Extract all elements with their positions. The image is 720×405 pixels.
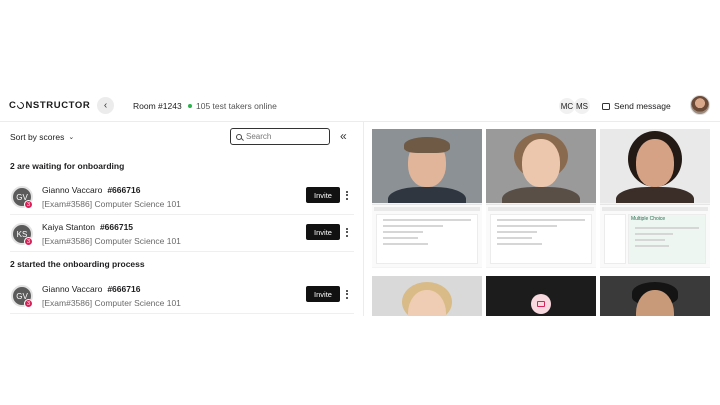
proctor-tile[interactable] bbox=[600, 276, 710, 316]
row-divider bbox=[10, 251, 354, 252]
exam-label: [Exam#3586] Computer Science 101 bbox=[42, 236, 181, 246]
proctor-tile[interactable] bbox=[372, 129, 482, 268]
search-icon bbox=[236, 133, 242, 140]
proctor-tile[interactable] bbox=[372, 276, 482, 316]
sort-label: Sort by scores bbox=[10, 132, 65, 142]
camera-off-icon bbox=[531, 294, 551, 314]
list-item: GV 3 Gianno Vaccaro #666716 [Exam#3586] C… bbox=[10, 182, 354, 214]
online-count: 105 test takers online bbox=[196, 101, 277, 111]
chevron-down-icon: ⌄ bbox=[68, 134, 75, 141]
collapse-panel-icon[interactable]: « bbox=[340, 129, 346, 143]
invite-button[interactable]: Invite bbox=[306, 224, 340, 240]
list-item: GV 3 Gianno Vaccaro #666716 [Exam#3586] C… bbox=[10, 281, 354, 313]
status-badge: 3 bbox=[24, 200, 33, 209]
row-divider bbox=[10, 214, 354, 215]
screen-share bbox=[486, 204, 596, 267]
logo-text-right: NSTRUCTOR bbox=[25, 100, 91, 111]
screen-share: Multiple Choice bbox=[600, 204, 710, 267]
webcam-feed bbox=[600, 129, 710, 203]
list-item: KS 3 Kaiya Stanton #666715 [Exam#3586] Co… bbox=[10, 219, 354, 251]
taker-name-line: Kaiya Stanton #666715 bbox=[42, 222, 133, 232]
question-heading: Multiple Choice bbox=[631, 216, 666, 222]
row-divider bbox=[10, 313, 354, 314]
back-button[interactable]: ‹ bbox=[97, 97, 114, 114]
webcam-feed bbox=[372, 276, 482, 316]
search-input[interactable] bbox=[246, 132, 326, 141]
top-bar: C NSTRUCTOR ‹ Room #1243 105 test takers… bbox=[0, 90, 720, 122]
webcam-feed bbox=[372, 129, 482, 203]
constructor-logo[interactable]: C NSTRUCTOR bbox=[9, 100, 90, 111]
webcam-feed bbox=[486, 129, 596, 203]
proctor-avatar-mc[interactable]: MC bbox=[559, 98, 575, 114]
logo-text-left: C bbox=[9, 100, 17, 111]
proctor-tile-camera-off[interactable] bbox=[486, 276, 596, 316]
invite-button[interactable]: Invite bbox=[306, 286, 340, 302]
proctor-tile[interactable] bbox=[486, 129, 596, 268]
screen-share bbox=[372, 204, 482, 267]
more-options-icon[interactable] bbox=[344, 286, 350, 302]
panel-divider bbox=[363, 121, 364, 316]
logo-mark-icon bbox=[16, 100, 26, 111]
section-title-started: 2 started the onboarding process bbox=[10, 259, 145, 269]
taker-id: #666716 bbox=[107, 284, 141, 294]
taker-name-line: Gianno Vaccaro #666716 bbox=[42, 185, 140, 195]
online-status: 105 test takers online bbox=[188, 101, 277, 111]
send-message-label: Send message bbox=[614, 101, 671, 111]
taker-id: #666716 bbox=[107, 185, 141, 195]
proctor-avatar-ms[interactable]: MS bbox=[574, 98, 590, 114]
sort-dropdown[interactable]: Sort by scores ⌄ bbox=[10, 132, 74, 142]
invite-button[interactable]: Invite bbox=[306, 187, 340, 203]
taker-id: #666715 bbox=[99, 222, 134, 232]
message-icon bbox=[602, 102, 610, 110]
taker-name-line: Gianno Vaccaro #666716 bbox=[42, 284, 140, 294]
status-badge: 3 bbox=[24, 237, 33, 246]
send-message-button[interactable]: Send message bbox=[602, 101, 671, 111]
exam-label: [Exam#3586] Computer Science 101 bbox=[42, 298, 181, 308]
room-title: Room #1243 bbox=[133, 101, 182, 111]
search-box[interactable] bbox=[230, 128, 330, 145]
more-options-icon[interactable] bbox=[344, 187, 350, 203]
webcam-feed bbox=[600, 276, 710, 316]
proctor-tile[interactable]: Multiple Choice bbox=[600, 129, 710, 268]
taker-name: Kaiya Stanton bbox=[42, 222, 95, 232]
status-badge: 3 bbox=[24, 299, 33, 308]
online-dot-icon bbox=[188, 104, 192, 108]
taker-name: Gianno Vaccaro bbox=[42, 284, 103, 294]
taker-name: Gianno Vaccaro bbox=[42, 185, 103, 195]
chevron-left-icon: ‹ bbox=[103, 99, 108, 111]
exam-label: [Exam#3586] Computer Science 101 bbox=[42, 199, 181, 209]
section-title-waiting: 2 are waiting for onboarding bbox=[10, 161, 125, 171]
more-options-icon[interactable] bbox=[344, 224, 350, 240]
header-divider bbox=[0, 121, 720, 122]
user-avatar[interactable] bbox=[690, 95, 710, 115]
